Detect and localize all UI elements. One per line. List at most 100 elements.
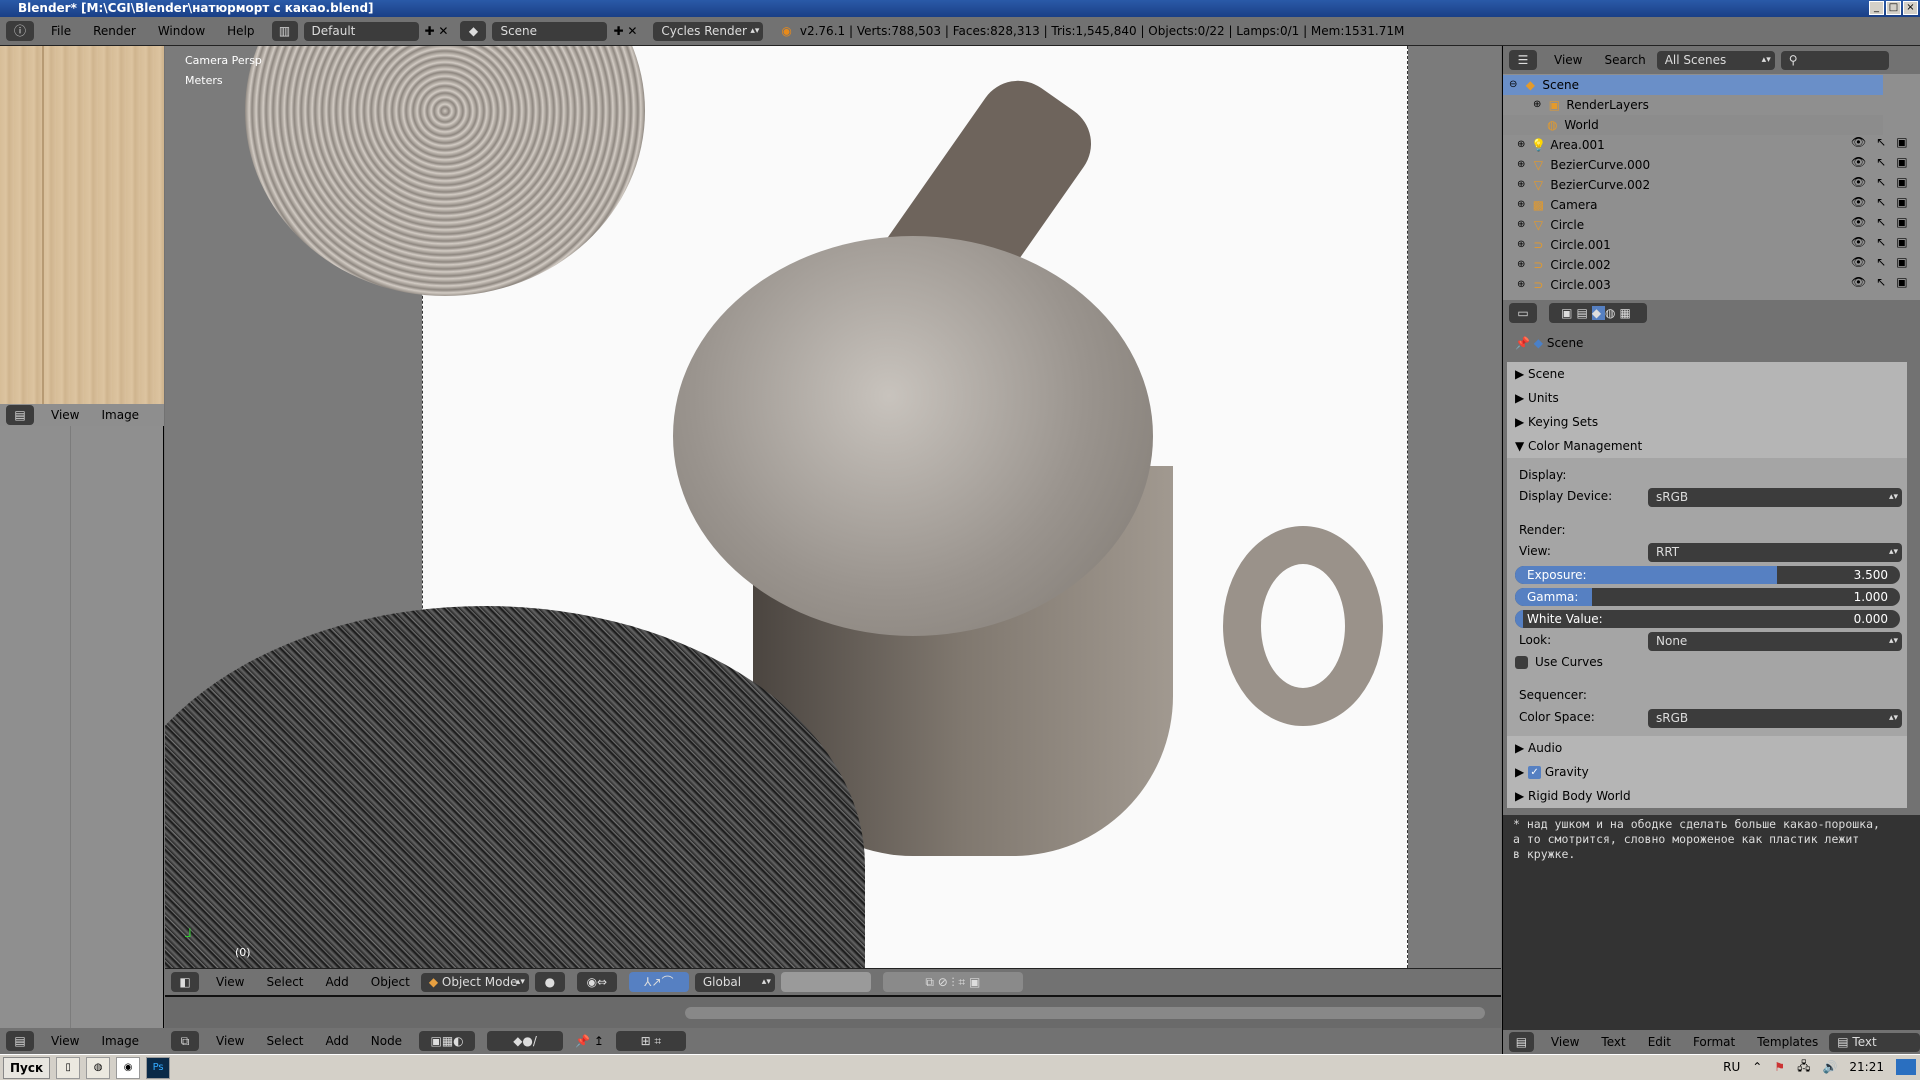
cursor-icon[interactable]: ↖ <box>1876 175 1896 189</box>
visibility-toggles[interactable]: 👁↖▣ <box>1851 255 1918 269</box>
node-editor-type-icon[interactable]: ⧉ <box>171 1030 199 1051</box>
network-icon[interactable]: 🖧 <box>1797 1057 1810 1078</box>
menu-render[interactable]: Render <box>82 24 147 38</box>
menu-select[interactable]: Select <box>255 975 314 989</box>
expand-icon[interactable]: ⊕ <box>1517 195 1525 215</box>
display-mode-select[interactable]: All Scenes ▴▾ <box>1656 50 1775 70</box>
expand-icon[interactable]: ⊕ <box>1517 255 1525 275</box>
pin-icon[interactable]: 📌 <box>1515 336 1530 350</box>
outliner-item[interactable]: ⊕ 💡 Area.001 <box>1503 135 1883 155</box>
look-select[interactable]: None ▴▾ <box>1648 632 1902 651</box>
menu-view[interactable]: View <box>1540 1035 1590 1049</box>
expand-icon[interactable]: ⊕ <box>1517 175 1525 195</box>
menu-select[interactable]: Select <box>255 1034 314 1048</box>
minimize-button[interactable]: _ <box>1869 1 1884 15</box>
visibility-toggles[interactable]: 👁↖▣ <box>1851 215 1918 229</box>
menu-view[interactable]: View <box>1543 53 1593 67</box>
snap-icon[interactable]: ⊞ ⌗ <box>615 1030 686 1051</box>
eye-icon[interactable]: 👁 <box>1851 155 1876 169</box>
info-icon[interactable]: ⓘ <box>6 21 34 41</box>
gravity-checkbox[interactable]: ✓ <box>1528 766 1542 779</box>
tray-expand-icon[interactable]: ⌃ <box>1752 1060 1762 1074</box>
orientation-select[interactable]: Global ▴▾ <box>694 972 775 992</box>
outliner-item[interactable]: ⊕ ⊃ Circle.002 <box>1503 255 1883 275</box>
expand-icon[interactable]: ⊖ <box>1509 75 1517 95</box>
mode-select[interactable]: ◆ Object Mode ▴▾ <box>420 972 529 992</box>
menu-add[interactable]: Add <box>315 1034 360 1048</box>
color-space-select[interactable]: sRGB ▴▾ <box>1648 709 1902 728</box>
shading-select-icon[interactable]: ● <box>534 972 565 992</box>
panel-scene[interactable]: ▶ Scene <box>1507 362 1907 386</box>
outliner-item[interactable]: ⊖ ◆ Scene <box>1503 75 1883 95</box>
panel-gravity[interactable]: ▶ ✓ Gravity <box>1507 760 1907 784</box>
scene-field[interactable]: Scene <box>492 21 608 41</box>
expand-icon[interactable]: ⊕ <box>1517 155 1525 175</box>
timeline-area[interactable] <box>165 995 1501 1028</box>
menu-add[interactable]: Add <box>315 975 360 989</box>
render-icon[interactable]: ▣ <box>1896 175 1917 189</box>
visibility-toggles[interactable]: 👁↖▣ <box>1851 275 1918 289</box>
visibility-toggles[interactable]: 👁↖▣ <box>1851 235 1918 249</box>
3d-view-type-icon[interactable]: ◧ <box>171 972 199 992</box>
snap-render-tools[interactable]: ⧉ ⊘ ⫶ ⌗ ▣ <box>882 972 1023 992</box>
menu-help[interactable]: Help <box>216 24 265 38</box>
text-datablock-field[interactable]: ▤ Text <box>1829 1032 1920 1052</box>
image-editor-type-icon[interactable]: ▤ <box>6 1030 34 1051</box>
panel-rigid-body-world[interactable]: ▶ Rigid Body World <box>1507 784 1907 808</box>
panel-keying-sets[interactable]: ▶ Keying Sets <box>1507 410 1907 434</box>
add-layout-icon[interactable]: ✚ ✕ <box>425 24 449 38</box>
panel-color-management[interactable]: ▼ Color Management <box>1507 434 1907 458</box>
expand-icon[interactable]: ⊕ <box>1517 235 1525 255</box>
outliner-item[interactable]: ⊕ ▣ RenderLayers <box>1503 95 1883 115</box>
outliner-item[interactable]: ⊕ ▩ Camera <box>1503 195 1883 215</box>
image-editor-type-icon[interactable]: ▤ <box>6 405 34 425</box>
layout-field[interactable]: Default <box>303 21 419 41</box>
render-icon[interactable]: ▣ <box>1896 215 1917 229</box>
layout-icon[interactable]: ▥ <box>271 21 298 41</box>
blender-taskbar-icon[interactable]: ◉ <box>116 1056 141 1079</box>
taskbar-app-icon[interactable]: ▯ <box>56 1056 81 1079</box>
expand-icon[interactable]: ⊕ <box>1533 95 1541 115</box>
gamma-slider[interactable]: Gamma: 1.000 <box>1515 588 1900 606</box>
cursor-icon[interactable]: ↖ <box>1876 275 1896 289</box>
view-select[interactable]: RRT ▴▾ <box>1648 543 1902 562</box>
action-center-icon[interactable]: ⚑ <box>1774 1060 1785 1074</box>
visibility-toggles[interactable]: 👁↖▣ <box>1851 155 1918 169</box>
eye-icon[interactable]: 👁 <box>1851 235 1876 249</box>
visibility-toggles[interactable]: 👁↖▣ <box>1851 175 1918 189</box>
firefox-icon[interactable]: ◍ <box>86 1056 111 1079</box>
add-scene-icon[interactable]: ✚ ✕ <box>613 24 637 38</box>
render-icon[interactable]: ▣ <box>1896 135 1917 149</box>
image-editor-canvas[interactable] <box>0 46 164 404</box>
exposure-slider[interactable]: Exposure: 3.500 <box>1515 566 1900 584</box>
menu-format[interactable]: Format <box>1682 1035 1746 1049</box>
menu-view[interactable]: View <box>40 1034 90 1048</box>
outliner-item[interactable]: ⊕ ▽ BezierCurve.000 <box>1503 155 1883 175</box>
menu-view[interactable]: View <box>205 975 255 989</box>
outliner-item[interactable]: ⊕ ⊃ Circle.003 <box>1503 275 1883 295</box>
outliner-item[interactable]: ⊕ ▽ BezierCurve.002 <box>1503 175 1883 195</box>
maximize-button[interactable]: □ <box>1886 1 1901 15</box>
outliner-item[interactable]: ⊕ ⊃ Circle.001 <box>1503 235 1883 255</box>
expand-icon[interactable]: ⊕ <box>1517 275 1525 295</box>
menu-node[interactable]: Node <box>360 1034 413 1048</box>
expand-icon[interactable]: ⊕ <box>1517 215 1525 235</box>
visibility-toggles[interactable]: 👁↖▣ <box>1851 195 1918 209</box>
pin-icon[interactable]: 📌 ↥ <box>575 1034 604 1048</box>
outliner-item[interactable]: ◍ World <box>1503 115 1883 135</box>
render-icon[interactable]: ▣ <box>1896 275 1917 289</box>
start-button[interactable]: Пуск <box>3 1056 51 1079</box>
visibility-toggles[interactable]: 👁↖▣ <box>1851 135 1918 149</box>
text-editor-type-icon[interactable]: ▤ <box>1509 1032 1534 1052</box>
cursor-icon[interactable]: ↖ <box>1876 195 1896 209</box>
cursor-icon[interactable]: ↖ <box>1876 255 1896 269</box>
empty-editor-area[interactable] <box>0 426 164 1040</box>
menu-edit[interactable]: Edit <box>1637 1035 1682 1049</box>
display-device-select[interactable]: sRGB ▴▾ <box>1648 488 1902 507</box>
eye-icon[interactable]: 👁 <box>1851 215 1876 229</box>
render-icon[interactable]: ▣ <box>1896 255 1917 269</box>
menu-file[interactable]: File <box>40 24 82 38</box>
cursor-icon[interactable]: ↖ <box>1876 135 1896 149</box>
outliner-search-input[interactable]: ⚲ <box>1780 50 1889 70</box>
expand-icon[interactable]: ⊕ <box>1517 135 1525 155</box>
